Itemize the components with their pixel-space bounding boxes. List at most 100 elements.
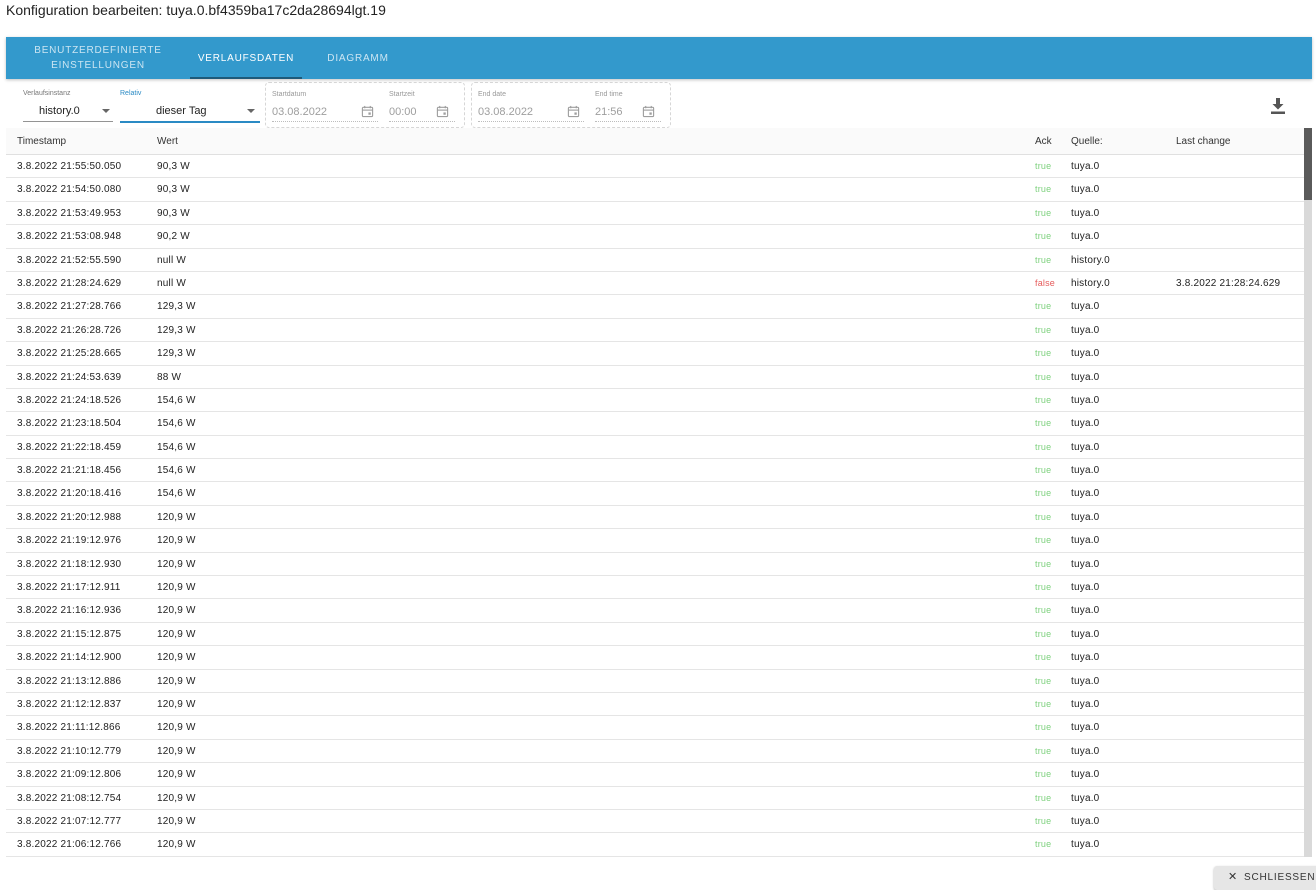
table-row[interactable]: 3.8.2022 21:21:18.456 154,6 W true tuya.0	[6, 459, 1304, 483]
cell-ack: true	[1035, 348, 1052, 359]
cell-value: 129,3 W	[157, 324, 196, 336]
cell-source: history.0	[1071, 277, 1110, 289]
cell-value: 154,6 W	[157, 418, 196, 430]
history-table: Timestamp Wert Ack Quelle: Last change 3…	[6, 128, 1304, 857]
table-row[interactable]: 3.8.2022 21:53:49.953 90,3 W true tuya.0	[6, 202, 1304, 226]
start-date-field[interactable]: Startdatum 03.08.2022	[272, 83, 378, 127]
calendar-icon[interactable]	[361, 105, 374, 118]
cell-source: tuya.0	[1071, 301, 1100, 313]
tab-custom-settings[interactable]: BENUTZERDEFINIERTE EINSTELLUNGEN	[6, 37, 190, 79]
table-row[interactable]: 3.8.2022 21:16:12.936 120,9 W true tuya.0	[6, 599, 1304, 623]
table-row[interactable]: 3.8.2022 21:54:50.080 90,3 W true tuya.0	[6, 178, 1304, 202]
cell-value: 154,6 W	[157, 488, 196, 500]
calendar-icon[interactable]	[642, 105, 655, 118]
table-header: Timestamp Wert Ack Quelle: Last change	[6, 128, 1304, 155]
download-icon[interactable]	[1268, 96, 1288, 116]
cell-timestamp: 3.8.2022 21:19:12.976	[17, 535, 122, 547]
table-row[interactable]: 3.8.2022 21:12:12.837 120,9 W true tuya.0	[6, 693, 1304, 717]
header-timestamp[interactable]: Timestamp	[17, 136, 66, 147]
header-last-change[interactable]: Last change	[1176, 136, 1231, 147]
cell-timestamp: 3.8.2022 21:27:28.766	[17, 301, 122, 313]
table-row[interactable]: 3.8.2022 21:11:12.866 120,9 W true tuya.0	[6, 716, 1304, 740]
end-time-field[interactable]: End time 21:56	[595, 83, 661, 127]
start-range-group: Startdatum 03.08.2022 Startzeit 00:00	[265, 82, 465, 128]
table-row[interactable]: 3.8.2022 21:27:28.766 129,3 W true tuya.0	[6, 295, 1304, 319]
cell-ack: true	[1035, 465, 1052, 476]
table-row[interactable]: 3.8.2022 21:28:24.629 null W false history.…	[6, 272, 1304, 296]
table-row[interactable]: 3.8.2022 21:10:12.779 120,9 W true tuya.0	[6, 740, 1304, 764]
cell-source: tuya.0	[1071, 698, 1100, 710]
start-date-value: 03.08.2022	[272, 106, 328, 118]
end-date-field[interactable]: End date 03.08.2022	[478, 83, 584, 127]
end-range-group: End date 03.08.2022 End time 21:56	[471, 82, 671, 128]
cell-timestamp: 3.8.2022 21:26:28.726	[17, 324, 122, 336]
table-row[interactable]: 3.8.2022 21:24:18.526 154,6 W true tuya.0	[6, 389, 1304, 413]
relative-value: dieser Tag	[156, 105, 207, 117]
header-value[interactable]: Wert	[157, 136, 178, 147]
cell-ack: true	[1035, 441, 1052, 452]
cell-ack: true	[1035, 698, 1052, 709]
start-time-field[interactable]: Startzeit 00:00	[389, 83, 455, 127]
instance-select[interactable]: Verlaufsinstanz history.0	[23, 80, 113, 128]
table-row[interactable]: 3.8.2022 21:23:18.504 154,6 W true tuya.0	[6, 412, 1304, 436]
tab-history-data[interactable]: VERLAUFSDATEN	[190, 37, 302, 79]
cell-ack: true	[1035, 418, 1052, 429]
cell-ack: true	[1035, 605, 1052, 616]
table-row[interactable]: 3.8.2022 21:14:12.900 120,9 W true tuya.0	[6, 646, 1304, 670]
table-row[interactable]: 3.8.2022 21:24:53.639 88 W true tuya.0	[6, 366, 1304, 389]
cell-value: 90,2 W	[157, 231, 190, 243]
table-row[interactable]: 3.8.2022 21:52:55.590 null W true history.0	[6, 249, 1304, 272]
cell-ack: true	[1035, 207, 1052, 218]
scrollbar-thumb[interactable]	[1304, 128, 1312, 200]
table-row[interactable]: 3.8.2022 21:53:08.948 90,2 W true tuya.0	[6, 225, 1304, 249]
table-row[interactable]: 3.8.2022 21:13:12.886 120,9 W true tuya.0	[6, 670, 1304, 693]
cell-timestamp: 3.8.2022 21:15:12.875	[17, 628, 122, 640]
cell-source: tuya.0	[1071, 231, 1100, 243]
relative-select[interactable]: Relativ dieser Tag	[120, 80, 260, 128]
table-row[interactable]: 3.8.2022 21:55:50.050 90,3 W true tuya.0	[6, 155, 1304, 179]
tab-label: BENUTZERDEFINIERTE EINSTELLUNGEN	[34, 45, 162, 71]
cell-value: 129,3 W	[157, 301, 196, 313]
relative-label: Relativ	[120, 90, 142, 97]
header-source[interactable]: Quelle:	[1071, 136, 1103, 147]
table-row[interactable]: 3.8.2022 21:15:12.875 120,9 W true tuya.0	[6, 623, 1304, 647]
table-row[interactable]: 3.8.2022 21:26:28.726 129,3 W true tuya.0	[6, 319, 1304, 343]
cell-source: history.0	[1071, 254, 1110, 266]
chevron-down-icon	[247, 109, 255, 113]
cell-timestamp: 3.8.2022 21:24:18.526	[17, 394, 122, 406]
cell-source: tuya.0	[1071, 652, 1100, 664]
table-row[interactable]: 3.8.2022 21:06:12.766 120,9 W true tuya.0	[6, 833, 1304, 857]
cell-timestamp: 3.8.2022 21:11:12.866	[17, 722, 121, 734]
table-row[interactable]: 3.8.2022 21:20:18.416 154,6 W true tuya.0	[6, 482, 1304, 506]
cell-ack: true	[1035, 535, 1052, 546]
close-button[interactable]: ✕ SCHLIESSEN	[1214, 866, 1316, 890]
table-row[interactable]: 3.8.2022 21:17:12.911 120,9 W true tuya.0	[6, 576, 1304, 600]
cell-value: 120,9 W	[157, 535, 196, 547]
cell-value: 120,9 W	[157, 839, 196, 851]
cell-source: tuya.0	[1071, 511, 1100, 523]
cell-ack: true	[1035, 675, 1052, 686]
table-row[interactable]: 3.8.2022 21:20:12.988 120,9 W true tuya.0	[6, 506, 1304, 530]
tab-chart[interactable]: DIAGRAMM	[302, 37, 414, 79]
cell-timestamp: 3.8.2022 21:20:18.416	[17, 488, 122, 500]
table-row[interactable]: 3.8.2022 21:08:12.754 120,9 W true tuya.0	[6, 787, 1304, 810]
cell-timestamp: 3.8.2022 21:23:18.504	[17, 418, 122, 430]
header-ack[interactable]: Ack	[1035, 136, 1052, 147]
cell-value: 120,9 W	[157, 605, 196, 617]
calendar-icon[interactable]	[436, 105, 449, 118]
table-row[interactable]: 3.8.2022 21:25:28.665 129,3 W true tuya.0	[6, 342, 1304, 366]
table-row[interactable]: 3.8.2022 21:07:12.777 120,9 W true tuya.0	[6, 810, 1304, 834]
cell-value: 154,6 W	[157, 465, 196, 477]
scrollbar-track[interactable]	[1304, 128, 1312, 857]
cell-timestamp: 3.8.2022 21:25:28.665	[17, 348, 122, 360]
cell-value: 120,9 W	[157, 745, 196, 757]
cell-ack: true	[1035, 254, 1052, 265]
field-underline	[272, 121, 378, 122]
table-row[interactable]: 3.8.2022 21:19:12.976 120,9 W true tuya.0	[6, 529, 1304, 553]
cell-value: 90,3 W	[157, 207, 190, 219]
table-row[interactable]: 3.8.2022 21:22:18.459 154,6 W true tuya.0	[6, 436, 1304, 460]
table-row[interactable]: 3.8.2022 21:09:12.806 120,9 W true tuya.0	[6, 763, 1304, 787]
cell-value: 120,9 W	[157, 792, 196, 804]
calendar-icon[interactable]	[567, 105, 580, 118]
table-row[interactable]: 3.8.2022 21:18:12.930 120,9 W true tuya.0	[6, 553, 1304, 577]
